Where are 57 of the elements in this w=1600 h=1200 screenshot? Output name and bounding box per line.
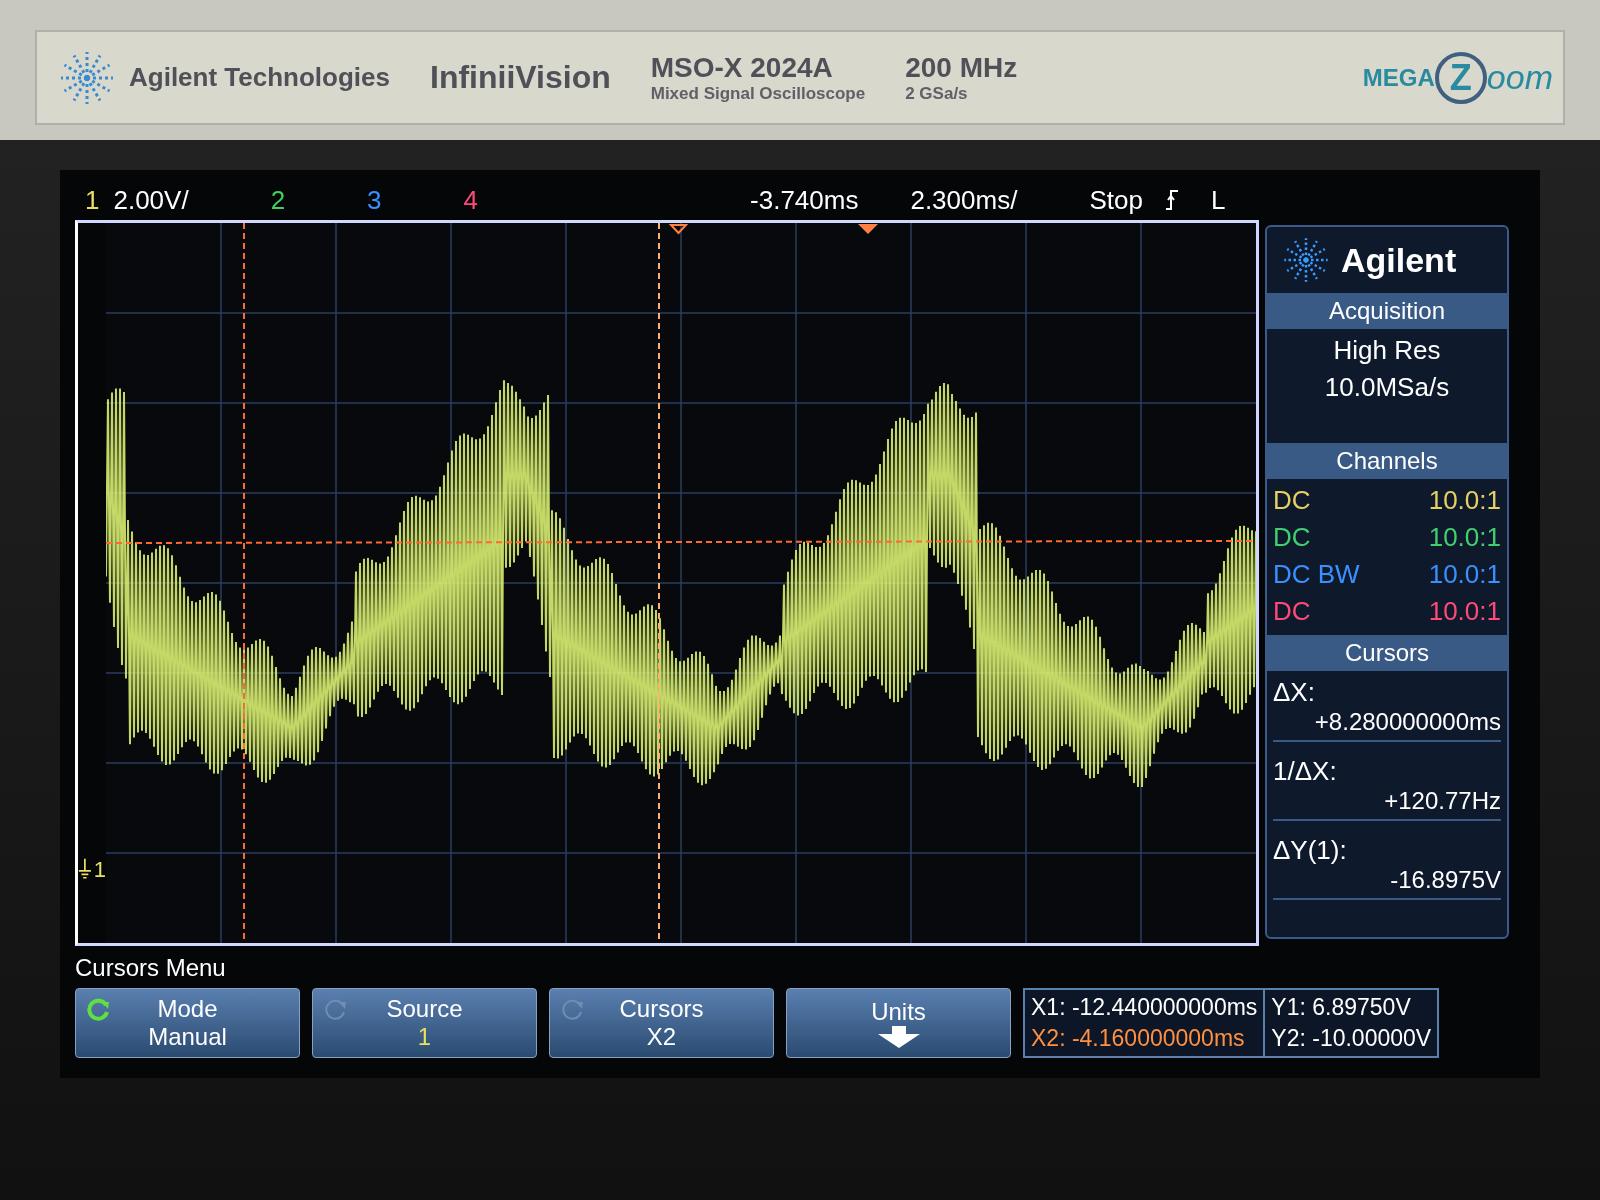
cursor-y-readout: Y1: 6.89750V [1271, 994, 1412, 1021]
softkey-value: 1 [417, 1023, 432, 1051]
channel-number[interactable]: 1 [85, 184, 100, 216]
section-header[interactable]: Channels [1267, 443, 1507, 479]
probe-ratio: 10.0:1 [1428, 559, 1501, 590]
channel-coupling: DC [1273, 522, 1311, 553]
readout-value: +8.280000000ms [1314, 708, 1501, 736]
brand-name: Agilent Technologies [129, 62, 390, 93]
model-name: MSO-X 2024A [650, 51, 834, 84]
softkey-button[interactable]: Mode Manual [75, 988, 300, 1058]
cursor-x-readout: X1: -12.440000000ms [1031, 994, 1258, 1021]
readout-label: ΔY(1): [1273, 835, 1348, 866]
channel-coupling: DC BW [1273, 559, 1360, 590]
probe-ratio: 10.0:1 [1428, 485, 1501, 516]
softkey-value: X2 [646, 1023, 677, 1051]
menu-title: Cursors Menu [75, 954, 227, 982]
channel-number[interactable]: 2 [270, 184, 286, 216]
probe-ratio: 10.0:1 [1428, 522, 1501, 553]
bandwidth-label: 200 MHz [905, 51, 1018, 84]
vertical-scale: 2.00V/ [113, 184, 189, 216]
channel-coupling: DC [1273, 485, 1311, 516]
readout-value: -16.8975V [1390, 866, 1501, 894]
channel-coupling: DC [1273, 596, 1311, 627]
readout-value: +120.77Hz [1384, 787, 1501, 815]
softkey-button[interactable]: Cursors X2 [549, 988, 774, 1058]
channel-number[interactable]: 4 [463, 184, 479, 216]
section-header[interactable]: Cursors [1267, 635, 1507, 671]
probe-ratio: 10.0:1 [1428, 596, 1501, 627]
ground-marker-label: 1 [93, 857, 106, 883]
channel-number[interactable]: 3 [367, 184, 382, 216]
softkey-button[interactable]: Units [786, 988, 1011, 1058]
trigger-position-icon [858, 224, 878, 234]
softkey-label: Cursors [619, 995, 704, 1023]
acquisition-value: 10.0MSa/s [1324, 372, 1450, 403]
brand-logo: Agilent [1341, 240, 1457, 280]
readout-label: ΔX: [1273, 677, 1316, 708]
softkey-button[interactable]: Source 1 [312, 988, 537, 1058]
sample-rate-label: 2 GSa/s [905, 83, 969, 104]
run-state: Stop [1089, 184, 1143, 216]
timebase-scale: 2.300ms/ [910, 184, 1018, 216]
acquisition-value: High Res [1333, 335, 1441, 366]
softkey-label: Mode [157, 995, 218, 1023]
marker-icon [668, 224, 689, 235]
section-header[interactable]: Acquisition [1267, 293, 1507, 329]
model-subtitle: Mixed Signal Oscilloscope [650, 83, 866, 104]
trigger-edge-icon [1164, 189, 1179, 211]
cursor-x-readout: X2: -4.160000000ms [1031, 1025, 1246, 1052]
trigger-level: L [1210, 184, 1226, 216]
series-name: InfiniiVision [430, 59, 611, 96]
cursor-y-readout: Y2: -10.00000V [1271, 1025, 1432, 1052]
starburst-logo-icon [1281, 235, 1331, 285]
softkey-label: Source [386, 995, 463, 1023]
horizontal-delay: -3.740ms [750, 184, 859, 216]
megazoom-logo: MEGA Z oom [1362, 51, 1553, 104]
softkey-value: Manual [148, 1023, 227, 1051]
readout-label: 1/ΔX: [1273, 756, 1338, 787]
softkey-label: Units [871, 998, 926, 1026]
